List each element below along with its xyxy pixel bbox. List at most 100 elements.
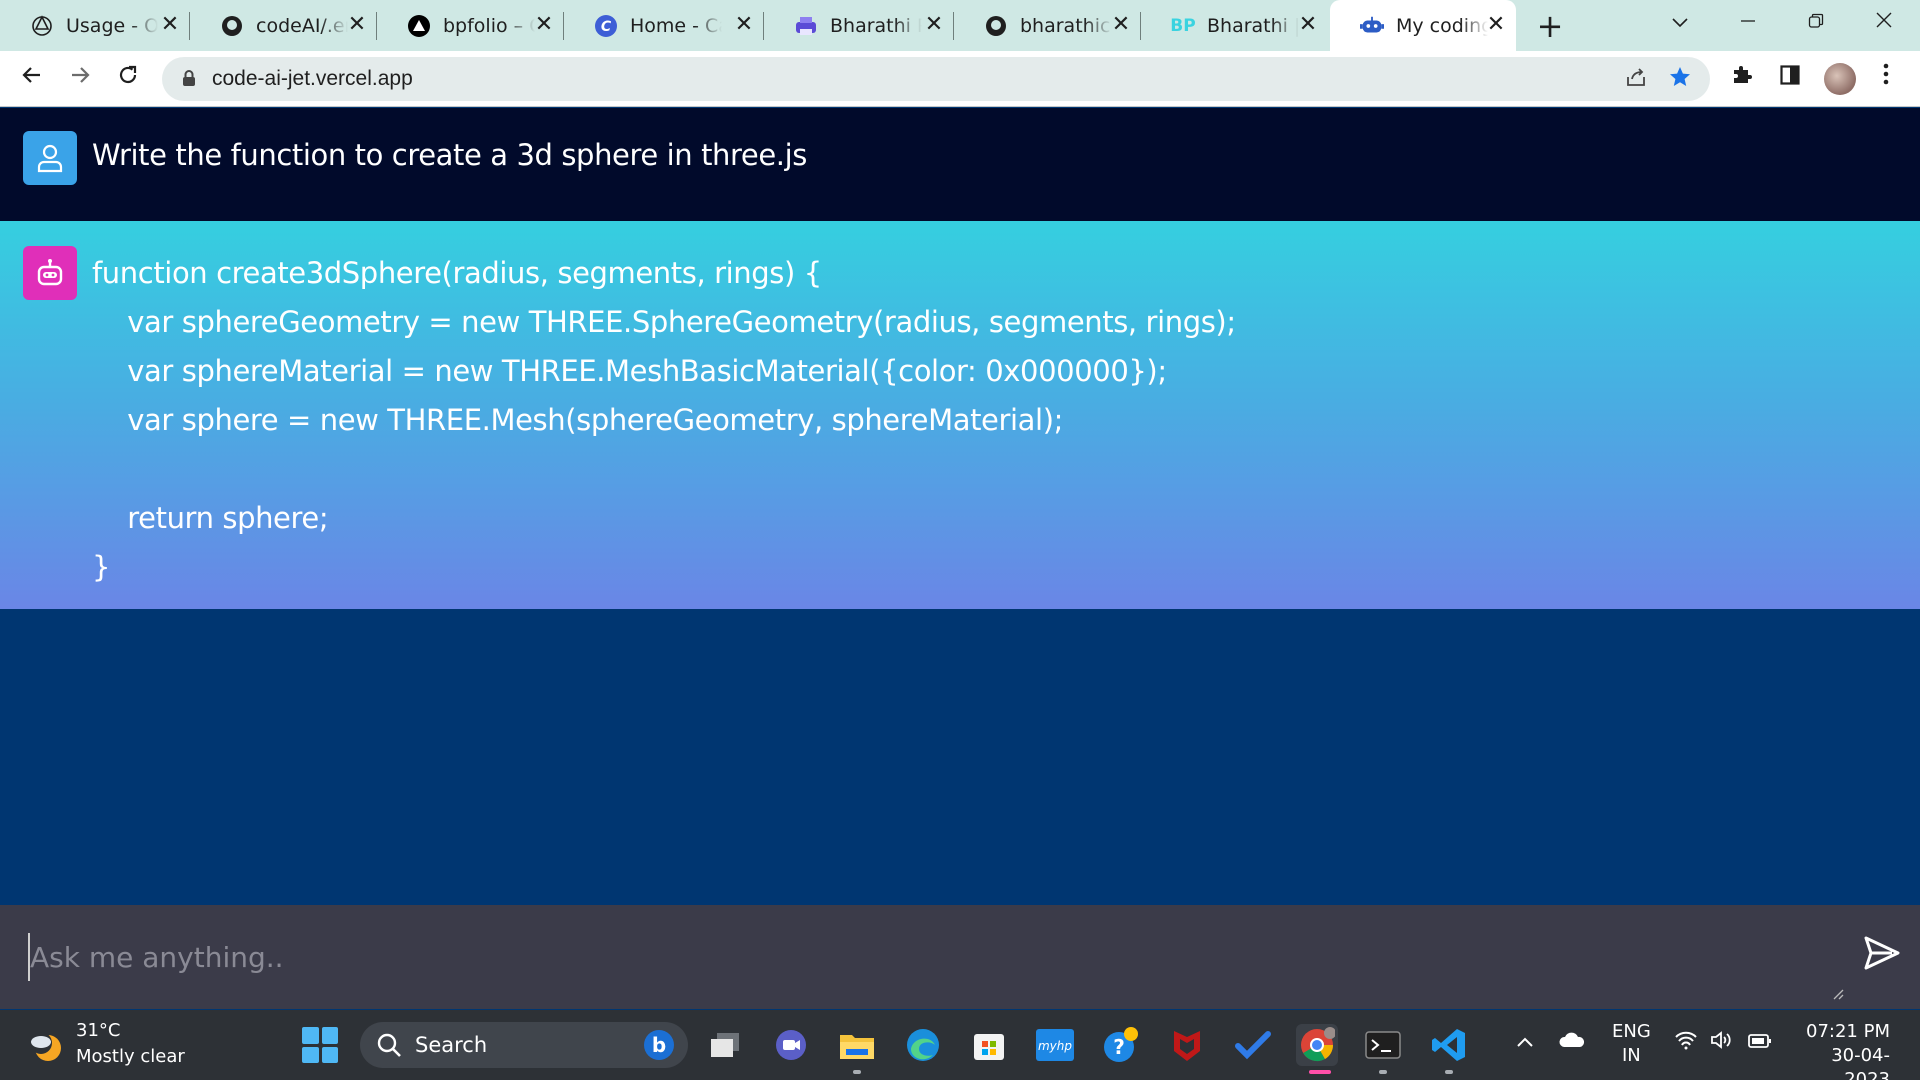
todo-check-icon[interactable] <box>1232 1024 1274 1066</box>
myhp-icon[interactable]: myhp <box>1034 1024 1076 1066</box>
back-icon[interactable] <box>14 61 50 97</box>
tab-my-coding-assistant[interactable]: My coding assistant ✕ <box>1330 0 1516 51</box>
tab-search-chevron-icon[interactable] <box>1650 0 1710 44</box>
vscode-icon[interactable] <box>1428 1024 1470 1066</box>
openai-icon <box>30 14 54 38</box>
system-clock[interactable]: 07:21 PM 30-04-2023 <box>1792 1020 1890 1080</box>
file-explorer-icon[interactable] <box>836 1024 878 1066</box>
tab-usage-openai[interactable]: Usage - OpenAI API ✕ <box>0 0 190 51</box>
share-icon[interactable] <box>1622 65 1650 93</box>
terminal-icon[interactable] <box>1362 1024 1404 1066</box>
assistant-message: function create3dSphere(radius, segments… <box>0 221 1920 609</box>
microsoft-store-icon[interactable] <box>968 1024 1010 1066</box>
profile-avatar[interactable] <box>1824 63 1856 95</box>
tab-label: Usage - OpenAI API <box>66 14 158 37</box>
github-icon <box>220 14 244 38</box>
bing-icon[interactable]: b <box>644 1030 674 1060</box>
weather-description[interactable]: Mostly clear <box>76 1046 185 1067</box>
vercel-icon <box>407 14 431 38</box>
chrome-icon[interactable] <box>1296 1024 1338 1066</box>
windows-taskbar: 31°C Mostly clear Search b myhp ? ENG IN… <box>0 1010 1920 1080</box>
tab-label: codeAI/.env at main <box>256 14 348 37</box>
show-hidden-icons-chevron-icon[interactable] <box>1516 1030 1534 1054</box>
onedrive-cloud-icon[interactable] <box>1558 1030 1586 1054</box>
search-label: Search <box>415 1033 488 1057</box>
svg-text:myhp: myhp <box>1038 1039 1072 1053</box>
teams-chat-icon[interactable] <box>770 1024 812 1066</box>
tab-bharathi-printers[interactable]: Bharathi Printers ✕ <box>764 0 954 51</box>
weather-moon-icon[interactable] <box>28 1028 64 1064</box>
tab-label: Bharathi Printers <box>830 14 922 37</box>
tab-strip: Usage - OpenAI API ✕ codeAI/.env at main… <box>0 0 1920 51</box>
new-tab-button[interactable]: + <box>1535 8 1565 44</box>
tab-label: My coding assistant <box>1396 14 1488 37</box>
edge-browser-icon[interactable] <box>902 1024 944 1066</box>
taskbar-search[interactable]: Search b <box>360 1022 688 1068</box>
tab-label: Bharathi | Portfolio <box>1207 14 1299 37</box>
url-text: code-ai-jet.vercel.app <box>212 67 413 90</box>
tab-bpfolio[interactable]: bpfolio – Overview ✕ <box>377 0 564 51</box>
mcafee-icon[interactable] <box>1166 1024 1208 1066</box>
canva-icon: C <box>594 14 618 38</box>
wifi-icon[interactable] <box>1674 1030 1698 1055</box>
svg-text:?: ? <box>1113 1035 1125 1059</box>
battery-icon[interactable] <box>1748 1030 1772 1054</box>
address-bar[interactable]: code-ai-jet.vercel.app <box>162 57 1710 101</box>
send-icon[interactable] <box>1862 933 1902 973</box>
close-tab-icon[interactable]: ✕ <box>922 13 946 37</box>
tab-bharathi-portfolio[interactable]: BP Bharathi | Portfolio ✕ <box>1141 0 1328 51</box>
bookmark-star-icon[interactable] <box>1666 65 1694 93</box>
running-indicator <box>1445 1070 1453 1074</box>
extensions-puzzle-icon[interactable] <box>1726 63 1758 95</box>
close-tab-icon[interactable]: ✕ <box>158 13 182 37</box>
active-app-indicator <box>1309 1070 1331 1074</box>
code-line: return sphere; <box>92 501 329 535</box>
tab-canva[interactable]: C Home - Canva ✕ <box>564 0 764 51</box>
volume-icon[interactable] <box>1710 1030 1734 1055</box>
weather-temperature[interactable]: 31°C <box>76 1020 120 1041</box>
close-tab-icon[interactable]: ✕ <box>1484 13 1508 37</box>
language-code: ENG <box>1612 1021 1651 1042</box>
user-message: Write the function to create a 3d sphere… <box>0 108 1920 221</box>
tab-label: bharathicode <box>1020 14 1112 37</box>
get-help-icon[interactable]: ? <box>1100 1024 1142 1066</box>
reload-icon[interactable] <box>110 61 146 97</box>
restore-icon[interactable] <box>1786 0 1846 44</box>
code-line: var sphere = new THREE.Mesh(sphereGeomet… <box>92 403 1063 437</box>
robot-icon <box>1360 14 1384 38</box>
input-language-indicator[interactable]: ENG IN <box>1612 1020 1651 1068</box>
close-tab-icon[interactable]: ✕ <box>345 13 369 37</box>
search-icon <box>376 1032 402 1058</box>
browser-menu-icon[interactable] <box>1870 63 1902 95</box>
close-tab-icon[interactable]: ✕ <box>1296 13 1320 37</box>
svg-text:C: C <box>601 19 612 35</box>
close-tab-icon[interactable]: ✕ <box>732 13 756 37</box>
minimize-icon[interactable] <box>1718 0 1778 44</box>
close-window-icon[interactable] <box>1854 0 1914 44</box>
tab-codeai-env[interactable]: codeAI/.env at main ✕ <box>190 0 377 51</box>
side-panel-icon[interactable] <box>1774 63 1806 95</box>
code-line: var sphereGeometry = new THREE.SphereGeo… <box>92 305 1236 339</box>
code-line: var sphereMaterial = new THREE.MeshBasic… <box>92 354 1167 388</box>
code-line: } <box>92 550 111 584</box>
bp-icon: BP <box>1170 15 1196 36</box>
close-tab-icon[interactable]: ✕ <box>1109 13 1133 37</box>
region-code: IN <box>1622 1045 1641 1066</box>
running-indicator <box>853 1070 861 1074</box>
resize-handle-icon[interactable] <box>1832 985 1844 1000</box>
code-line: function create3dSphere(radius, segments… <box>92 256 822 290</box>
user-prompt-text: Write the function to create a 3d sphere… <box>92 138 807 172</box>
forward-icon[interactable] <box>62 61 98 97</box>
chat-app: Write the function to create a 3d sphere… <box>0 108 1920 1009</box>
ask-input[interactable] <box>28 933 1808 981</box>
close-tab-icon[interactable]: ✕ <box>532 13 556 37</box>
windows-start-icon[interactable] <box>302 1027 338 1063</box>
lock-icon <box>182 69 196 87</box>
user-avatar-icon <box>23 131 77 185</box>
tab-bharathicode[interactable]: bharathicode ✕ <box>954 0 1141 51</box>
task-view-icon[interactable] <box>704 1024 746 1066</box>
printer-icon <box>794 14 818 38</box>
tab-label: bpfolio – Overview <box>443 14 535 37</box>
github-icon <box>984 14 1008 38</box>
